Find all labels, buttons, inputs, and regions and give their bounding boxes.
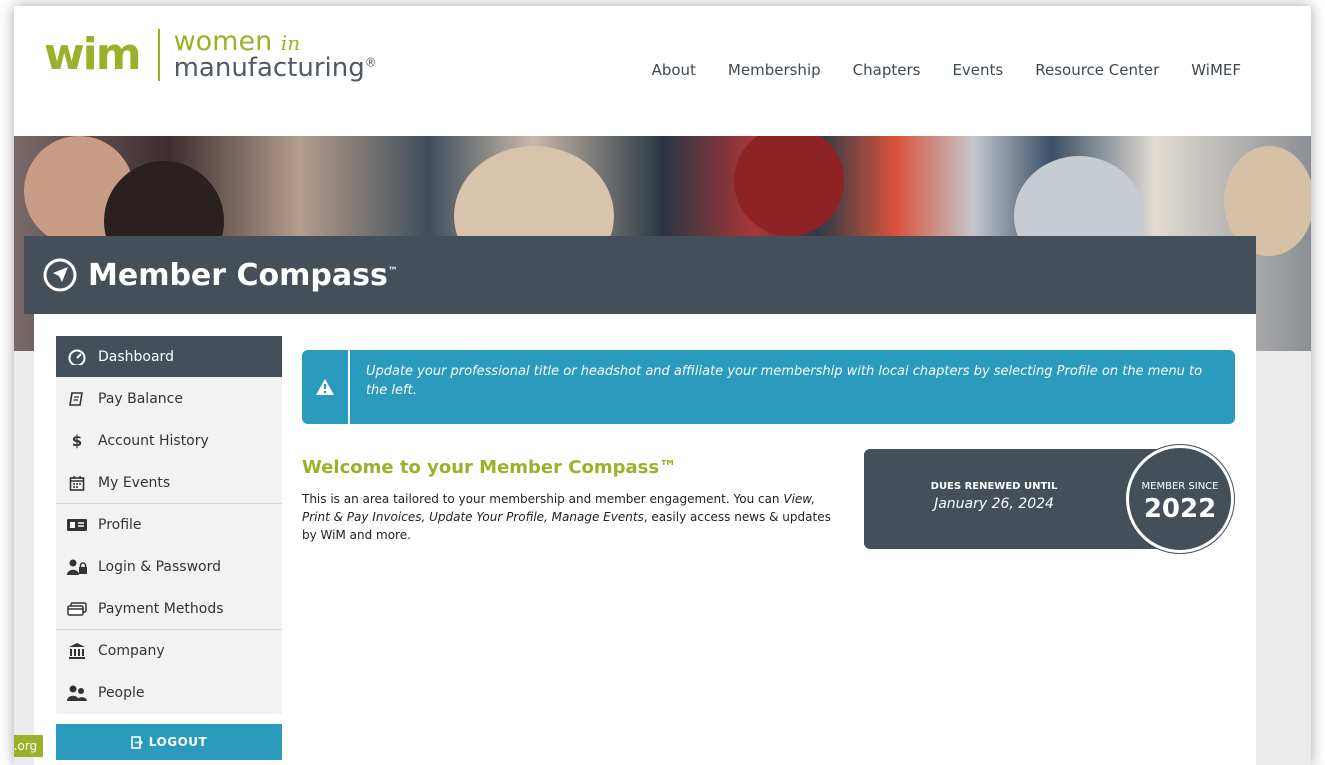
sidebar-menu: Dashboard Pay Balance $ Account History … [56,336,282,760]
logo-registered-mark: ® [364,55,377,70]
dues-card: DUES RENEWED UNTIL January 26, 2024 [864,449,1164,549]
sidebar-item-payment-methods[interactable]: Payment Methods [56,588,282,630]
sidebar-item-login-password[interactable]: Login & Password [56,546,282,588]
sidebar-item-company[interactable]: Company [56,630,282,672]
page-title-text: Member Compass [88,257,388,293]
logo-separator [157,28,160,81]
member-compass-banner: Member Compass™ [24,236,1256,314]
logout-label: LOGOUT [148,735,208,749]
logo-line1: women in [174,28,377,55]
nav-wimef[interactable]: WiMEF [1191,61,1241,79]
nav-chapters[interactable]: Chapters [853,61,921,79]
sidebar-item-account-history[interactable]: $ Account History [56,420,282,462]
id-card-icon [66,516,88,534]
sidebar-item-my-events[interactable]: My Events [56,462,282,504]
member-since-year: 2022 [1143,494,1217,524]
hero-figure [734,136,844,236]
trademark-mark: ™ [387,265,398,277]
warning-icon [302,350,350,424]
users-icon [66,684,88,702]
welcome-text-part1: This is an area tailored to your members… [302,492,784,506]
sidebar-item-label: My Events [98,474,171,491]
member-since-label: MEMBER SINCE [1141,481,1219,492]
dashboard-icon [66,348,88,366]
welcome-heading: Welcome to your Member Compass™ [302,457,678,478]
sidebar-item-label: Account History [98,432,209,449]
sidebar-item-label: Company [98,642,165,659]
sidebar-item-people[interactable]: People [56,672,282,714]
sidebar-item-profile[interactable]: Profile [56,504,282,546]
logo-line2-text: manufacturing [173,53,365,83]
invoice-icon [66,390,88,408]
user-lock-icon [66,558,88,576]
sidebar-item-label: Dashboard [98,348,174,365]
compass-icon [43,258,77,292]
page-frame: wim women in manufacturing® About Member… [14,6,1311,765]
logout-icon [130,735,143,749]
nav-events[interactable]: Events [952,61,1003,79]
member-since-badge: MEMBER SINCE 2022 [1126,445,1234,553]
status-url-tooltip: g.org [14,735,44,757]
sidebar-item-label: Login & Password [98,558,221,575]
calendar-icon [66,474,88,492]
wim-logo[interactable]: wim women in manufacturing® [44,28,377,81]
bank-icon [66,642,88,660]
logo-line1-accent: in [280,31,301,55]
sidebar-item-label: Pay Balance [98,390,183,407]
dues-date: January 26, 2024 [934,496,1054,512]
nav-resource-center[interactable]: Resource Center [1035,61,1159,79]
nav-membership[interactable]: Membership [728,61,821,79]
dues-label: DUES RENEWED UNTIL [930,481,1058,492]
site-header: wim women in manufacturing® About Member… [14,6,1311,136]
dollar-icon: $ [71,431,83,450]
sidebar-item-label: People [98,684,145,701]
logout-button[interactable]: LOGOUT [56,724,282,760]
sidebar-item-pay-balance[interactable]: Pay Balance [56,378,282,420]
sidebar-item-dashboard[interactable]: Dashboard [56,336,282,378]
logo-wordmark: women in manufacturing® [174,28,377,81]
alert-message: Update your professional title or headsh… [365,364,1203,398]
sidebar-item-label: Payment Methods [98,600,224,617]
page-title: Member Compass™ [88,258,398,293]
content-panel: Dashboard Pay Balance $ Account History … [34,314,1256,765]
main-nav: About Membership Chapters Events Resourc… [652,61,1241,79]
credit-card-icon [66,600,88,618]
nav-about[interactable]: About [652,61,696,79]
profile-alert: Update your professional title or headsh… [302,350,1235,424]
logo-line2: manufacturing® [174,55,377,81]
sidebar-item-label: Profile [98,516,142,533]
welcome-text: This is an area tailored to your members… [302,490,832,544]
logo-wim-mark: wim [44,28,142,80]
